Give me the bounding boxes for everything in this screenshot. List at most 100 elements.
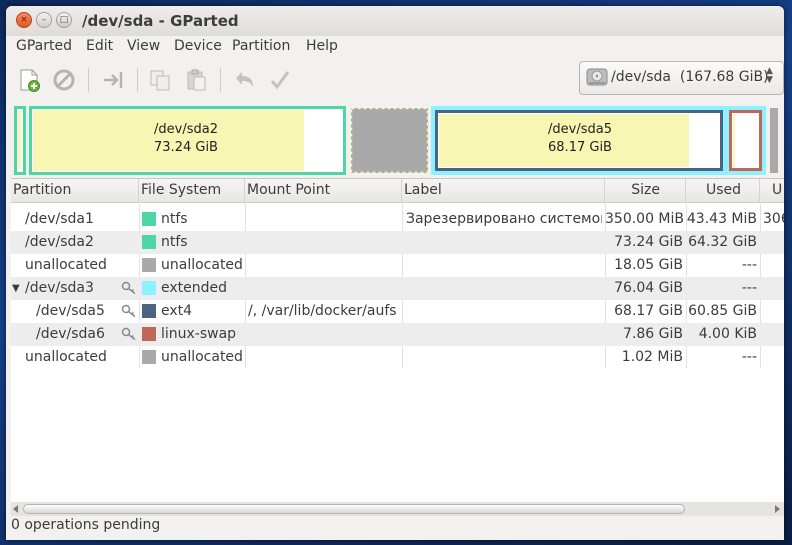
partition-name: /dev/sda5 [36, 303, 105, 319]
expander-icon[interactable]: ▼ [12, 277, 20, 300]
partition-used: 4.00 KiB [698, 326, 757, 342]
fs-color-swatch [142, 281, 156, 295]
partition-size: 1.02 MiB [621, 349, 683, 365]
diskmap-sda5[interactable]: /dev/sda5 68.17 GiB [435, 110, 723, 171]
fs-color-swatch [142, 350, 156, 364]
device-size: (167.68 GiB) [679, 69, 769, 85]
delete-icon[interactable] [52, 68, 76, 92]
combo-arrows-icon: ▲ ▼ [766, 66, 773, 85]
partition-used: --- [741, 280, 757, 296]
partition-label [406, 254, 602, 277]
table-row[interactable]: ▼ /dev/sda3 extended 76.04 GiB --- [11, 277, 784, 300]
fs-color-swatch [142, 235, 156, 249]
diskmap-sda3-extended[interactable]: /dev/sda5 68.17 GiB [431, 106, 766, 175]
scroll-right-icon[interactable] [772, 504, 782, 514]
col-label[interactable]: Label [402, 179, 605, 202]
partition-name: unallocated [25, 349, 107, 365]
diskmap-unallocated-end[interactable] [770, 108, 778, 173]
harddisk-icon [586, 67, 608, 87]
fs-name: linux-swap [161, 326, 237, 342]
maximize-window-button[interactable]: □ [56, 12, 72, 28]
apply-icon[interactable] [268, 68, 292, 92]
table-header: Partition File System Mount Point Label … [11, 179, 784, 203]
table-row[interactable]: /dev/sda5 ext4 /, /var/lib/docker/aufs 6… [11, 300, 784, 323]
resize-move-icon[interactable] [101, 68, 125, 92]
partition-size: 73.24 GiB [614, 234, 683, 250]
gparted-window: × – □ /dev/sda - GParted GParted Edit Vi… [6, 6, 784, 540]
partition-table: Partition File System Mount Point Label … [11, 178, 784, 513]
table-row[interactable]: /dev/sda1 ntfs Зарезервировано системой … [11, 208, 784, 231]
partition-name: /dev/sda6 [36, 326, 105, 342]
partition-name: /dev/sda1 [25, 211, 94, 227]
scroll-left-icon[interactable] [11, 504, 21, 514]
fs-name: extended [161, 280, 228, 296]
partition-size: 68.17 GiB [614, 303, 683, 319]
menu-help[interactable]: Help [306, 38, 338, 54]
partition-label [406, 300, 602, 323]
table-row[interactable]: /dev/sda2 ntfs 73.24 GiB 64.32 GiB [11, 231, 784, 254]
partition-used: 64.32 GiB [688, 234, 757, 250]
partition-used: 60.85 GiB [688, 303, 757, 319]
menu-partition[interactable]: Partition [232, 38, 290, 54]
partition-name: /dev/sda2 [25, 234, 94, 250]
minimize-window-button[interactable]: – [36, 12, 52, 28]
partition-used: 43.43 MiB [686, 211, 757, 227]
col-partition[interactable]: Partition [11, 179, 139, 202]
menu-device[interactable]: Device [174, 38, 222, 54]
key-icon [121, 281, 137, 295]
menu-bar: GParted Edit View Device Partition Help [6, 36, 784, 58]
partition-size: 350.00 MiB [605, 211, 683, 227]
table-row[interactable]: /dev/sda6 linux-swap 7.86 GiB 4.00 KiB [11, 323, 784, 346]
partition-name: unallocated [25, 257, 107, 273]
partition-used: --- [741, 349, 757, 365]
fs-color-swatch [142, 304, 156, 318]
table-row[interactable]: unallocated unallocated 1.02 MiB --- [11, 346, 784, 369]
fs-name: ext4 [161, 303, 193, 319]
paste-icon[interactable] [184, 68, 208, 92]
undo-icon[interactable] [232, 68, 256, 92]
toolbar-separator [88, 68, 89, 92]
menu-gparted[interactable]: GParted [16, 38, 72, 54]
mount-point: /, /var/lib/docker/aufs [248, 303, 397, 319]
menu-view[interactable]: View [127, 38, 160, 54]
col-used[interactable]: Used [686, 179, 760, 202]
close-window-button[interactable]: × [16, 12, 32, 28]
diskmap-sda5-name: /dev/sda5 [548, 122, 612, 137]
col-size[interactable]: Size [605, 179, 686, 202]
key-icon [121, 304, 137, 318]
status-bar: 0 operations pending [11, 517, 161, 533]
scrollbar-thumb[interactable] [23, 504, 685, 514]
fs-color-swatch [142, 327, 156, 341]
col-mountpoint[interactable]: Mount Point [245, 179, 402, 202]
disk-map: /dev/sda2 73.24 GiB /dev/sda5 68.17 GiB [6, 100, 784, 176]
device-selector-label: /dev/sda (167.68 GiB) [611, 69, 769, 85]
title-bar: × – □ /dev/sda - GParted [6, 6, 784, 36]
partition-label: Зарезервировано системой [406, 211, 602, 227]
diskmap-sda2[interactable]: /dev/sda2 73.24 GiB [29, 106, 346, 175]
toolbar-separator [220, 68, 221, 92]
col-filesystem[interactable]: File System [139, 179, 245, 202]
copy-icon[interactable] [148, 68, 172, 92]
menu-edit[interactable]: Edit [86, 38, 113, 54]
horizontal-scrollbar[interactable] [11, 502, 784, 516]
partition-label [406, 231, 602, 254]
partition-label [406, 346, 602, 369]
diskmap-sda1[interactable] [14, 106, 26, 175]
diskmap-sda5-size: 68.17 GiB [548, 140, 612, 155]
fs-color-swatch [142, 212, 156, 226]
table-row[interactable]: unallocated unallocated 18.05 GiB --- [11, 254, 784, 277]
diskmap-unallocated[interactable] [350, 107, 429, 174]
partition-used: --- [741, 257, 757, 273]
partition-size: 18.05 GiB [614, 257, 683, 273]
fs-name: unallocated [161, 349, 243, 365]
window-title: /dev/sda - GParted [82, 12, 239, 30]
new-partition-icon[interactable] [17, 68, 41, 92]
fs-color-swatch [142, 258, 156, 272]
partition-name: /dev/sda3 [25, 280, 94, 296]
partition-size: 76.04 GiB [614, 280, 683, 296]
device-selector[interactable]: /dev/sda (167.68 GiB) ▲ ▼ [579, 61, 784, 95]
key-icon [121, 327, 137, 341]
fs-name: ntfs [161, 234, 188, 250]
diskmap-sda6[interactable] [729, 110, 762, 171]
col-unused[interactable]: U [760, 179, 784, 202]
